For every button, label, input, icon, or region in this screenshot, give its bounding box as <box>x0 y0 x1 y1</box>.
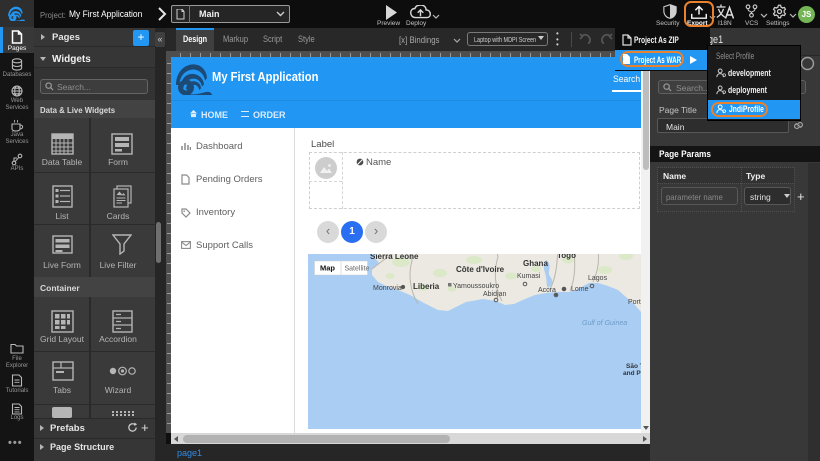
svg-text:Satellite: Satellite <box>345 266 370 273</box>
svg-text:Yamoussoukro: Yamoussoukro <box>453 283 499 290</box>
svg-text:Liberia: Liberia <box>413 282 440 291</box>
svg-text:Gulf of Guinea: Gulf of Guinea <box>582 320 627 327</box>
svg-text:Lagos: Lagos <box>588 275 608 282</box>
svg-text:Port: Port <box>628 299 641 306</box>
svg-text:Côte d'Ivoire: Côte d'Ivoire <box>456 265 505 274</box>
svg-text:Map: Map <box>320 264 335 273</box>
svg-text:Accra: Accra <box>538 287 556 294</box>
svg-text:São T: São T <box>626 363 641 370</box>
svg-text:Abidjan: Abidjan <box>483 291 506 298</box>
svg-text:Kumasi: Kumasi <box>517 273 541 280</box>
svg-text:and Pr: and Pr <box>623 370 641 377</box>
svg-text:Ghana: Ghana <box>523 259 548 268</box>
svg-text:Lome: Lome <box>571 286 589 293</box>
svg-text:Monrovia: Monrovia <box>373 285 402 292</box>
